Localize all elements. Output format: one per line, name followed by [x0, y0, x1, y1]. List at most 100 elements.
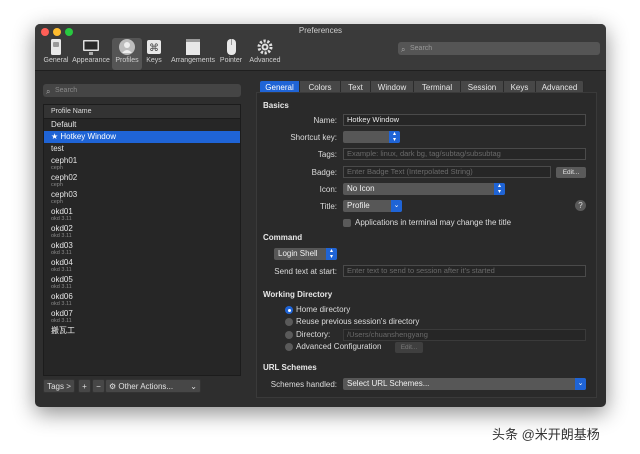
toolbar-advanced[interactable]: Advanced [245, 38, 285, 70]
toolbar-appearance[interactable]: Appearance [69, 38, 113, 70]
name-field[interactable]: Hotkey Window [343, 114, 586, 126]
advanced-gear-icon [257, 39, 273, 55]
name-label: Name: [313, 116, 337, 125]
working-directory-heading: Working Directory [263, 290, 333, 299]
toolbar-arrangements[interactable]: Arrangements [169, 38, 217, 70]
icon-popup-value: No Icon [347, 184, 375, 193]
title-popup[interactable]: Profile ⌄ [343, 200, 402, 212]
profile-search-input[interactable]: ⌕ Search [43, 84, 241, 97]
title-change-checkbox-label: Applications in terminal may change the … [355, 218, 512, 227]
advanced-configuration-radio[interactable] [285, 343, 293, 351]
toolbar-label: Keys [146, 57, 162, 64]
title-bar: Preferences General Appearance Profiles … [35, 24, 606, 71]
basics-heading: Basics [263, 101, 289, 110]
toolbar-label: Profiles [115, 57, 139, 64]
search-placeholder: Search [410, 45, 433, 52]
home-directory-label: Home directory [296, 305, 351, 314]
profile-rows: Default ★ Hotkey Window test ceph01 ceph ceph… [44, 119, 240, 337]
profile-row[interactable]: okd05 okd 3.11 [44, 274, 240, 291]
other-actions-button[interactable]: ⚙ Other Actions... ⌄ [105, 379, 201, 393]
profile-row[interactable]: okd02 okd 3.11 [44, 223, 240, 240]
send-text-field[interactable]: Enter text to send to session after it’s… [343, 265, 586, 277]
profile-name-column-header[interactable]: Profile Name [44, 105, 240, 119]
profile-tag: ceph [51, 199, 63, 205]
profile-row[interactable]: ceph03 ceph [44, 189, 240, 206]
url-schemes-popup[interactable]: Select URL Schemes... ⌄ [343, 378, 586, 390]
tags-field[interactable]: Example: linux, dark bg, tag/subtag/subs… [343, 148, 586, 160]
add-profile-button[interactable]: + [78, 379, 91, 393]
profile-row[interactable]: test [44, 143, 240, 155]
profile-tag: okd 3.11 [51, 233, 72, 239]
reuse-directory-radio[interactable] [285, 318, 293, 326]
advanced-configuration-label: Advanced Configuration [296, 342, 382, 351]
keys-command-icon: ⌘ [147, 40, 161, 54]
window-title: Preferences [298, 26, 343, 35]
profile-row[interactable]: okd03 okd 3.11 [44, 240, 240, 257]
profile-tag: ceph [51, 165, 63, 171]
profile-row[interactable]: okd01 okd 3.11 [44, 206, 240, 223]
remove-profile-button[interactable]: − [92, 379, 105, 393]
profile-name: test [51, 144, 64, 153]
arrangements-windows-icon [186, 39, 200, 55]
badge-field[interactable]: Enter Badge Text (Interpolated String) [343, 166, 551, 178]
profile-tag: okd 3.11 [51, 250, 72, 256]
profile-list[interactable]: Profile Name Default ★ Hotkey Window test c… [43, 104, 241, 376]
chevron-down-icon: ⌄ [391, 200, 402, 212]
profile-tag: ceph [51, 182, 63, 188]
other-actions-label: Other Actions... [118, 382, 174, 391]
tags-button[interactable]: Tags > [43, 379, 75, 393]
title-popup-value: Profile [347, 201, 370, 210]
badge-edit-button[interactable]: Edit... [556, 167, 586, 178]
updown-arrows-icon: ▴ ▾ [494, 183, 505, 195]
title-label: Title: [319, 202, 337, 211]
appearance-monitor-icon [83, 40, 99, 55]
title-change-checkbox[interactable] [343, 219, 351, 227]
command-mode-value: Login Shell [278, 249, 318, 258]
send-text-label: Send text at start: [274, 267, 337, 276]
command-mode-popup[interactable]: Login Shell ▴ ▾ [274, 248, 337, 260]
badge-label: Badge: [311, 168, 337, 177]
profile-name: Default [51, 120, 77, 129]
toolbar-label: Appearance [72, 57, 110, 64]
search-icon: ⌕ [46, 87, 51, 96]
chevron-down-icon: ⌄ [575, 378, 586, 390]
help-button[interactable]: ? [575, 200, 586, 211]
profile-row[interactable]: okd06 okd 3.11 [44, 291, 240, 308]
updown-arrows-icon: ▴ ▾ [326, 248, 337, 260]
directory-radio[interactable] [285, 331, 293, 339]
url-schemes-heading: URL Schemes [263, 363, 317, 372]
toolbar-label: Pointer [219, 57, 243, 64]
general-settings-panel: Basics Name: Hotkey Window Shortcut key:… [256, 92, 597, 398]
profile-row[interactable]: 搬瓦工 [44, 325, 240, 337]
profile-row[interactable]: okd07 okd 3.11 [44, 308, 240, 325]
reuse-directory-label: Reuse previous session's directory [296, 317, 420, 326]
icon-popup[interactable]: No Icon ▴ ▾ [343, 183, 505, 195]
profile-row[interactable]: Default [44, 119, 240, 131]
profile-row[interactable]: ★ Hotkey Window [44, 131, 240, 143]
preferences-search-input[interactable]: ⌕ Search [398, 42, 600, 55]
profile-row[interactable]: ceph01 ceph [44, 155, 240, 172]
profile-row[interactable]: ceph02 ceph [44, 172, 240, 189]
preferences-window: Preferences General Appearance Profiles … [35, 24, 606, 407]
svg-text:⌘: ⌘ [149, 43, 159, 54]
gear-icon: ⚙ [109, 382, 117, 391]
search-icon: ⌕ [401, 45, 406, 54]
toolbar-keys[interactable]: ⌘ Keys [139, 38, 169, 70]
icon-label: Icon: [319, 185, 337, 194]
toolbar-profiles[interactable]: Profiles [112, 38, 142, 70]
search-placeholder: Search [55, 87, 78, 94]
profile-tag: okd 3.11 [51, 216, 72, 222]
directory-field[interactable]: /Users/chuanshengyang [343, 329, 586, 341]
profile-tag: okd 3.11 [51, 267, 72, 273]
updown-arrows-icon: ▴ ▾ [389, 131, 400, 143]
shortcut-key-popup[interactable]: ▴ ▾ [343, 131, 400, 143]
toolbar-pointer[interactable]: Pointer [213, 38, 249, 70]
profile-row[interactable]: okd04 okd 3.11 [44, 257, 240, 274]
home-directory-radio[interactable] [285, 306, 293, 314]
watermark-text: 头条 @米开朗基杨 [492, 427, 600, 442]
pointer-mouse-icon [227, 39, 236, 55]
advanced-configuration-edit-button[interactable]: Edit... [395, 342, 423, 353]
toolbar-label: Arrangements [171, 57, 215, 64]
command-heading: Command [263, 233, 303, 242]
profile-tag: okd 3.11 [51, 301, 72, 307]
